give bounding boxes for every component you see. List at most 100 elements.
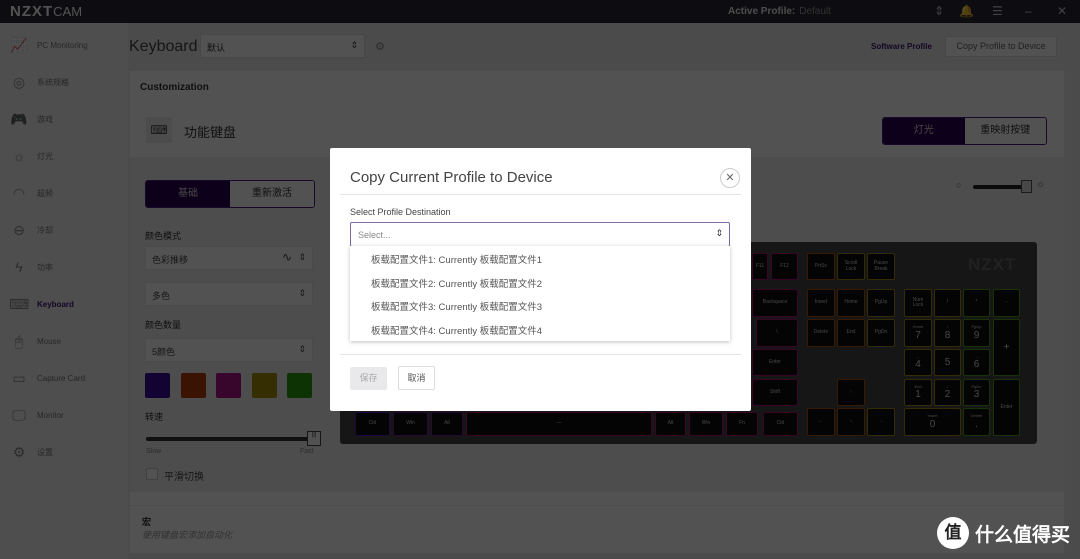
keyboard-key[interactable]: Ctrl bbox=[763, 412, 798, 436]
active-profile[interactable]: Active Profile: Default bbox=[728, 6, 831, 17]
keyboard-key[interactable]: Fn bbox=[726, 412, 758, 436]
keyboard-key[interactable]: / bbox=[934, 289, 961, 317]
keyboard-key[interactable]: PrtSc bbox=[807, 253, 835, 280]
key-label: PrtSc bbox=[814, 262, 828, 269]
keyboard-key[interactable]: F11 bbox=[752, 253, 768, 280]
speed-slider-handle[interactable]: ||| bbox=[307, 431, 321, 446]
keyboard-key[interactable]: Insert 0 bbox=[904, 408, 961, 436]
sidebar-item[interactable]: 📈 PC Monitoring bbox=[0, 30, 128, 60]
key-label: / bbox=[946, 299, 949, 306]
sidebar-item[interactable]: ⚙ 设置 bbox=[0, 437, 128, 467]
dropdown-option[interactable]: 板载配置文件2: Currently 板载配置文件2 bbox=[371, 276, 542, 290]
keyboard-key[interactable]: ↑ bbox=[837, 379, 865, 406]
divider bbox=[340, 354, 741, 355]
tab-lighting[interactable]: 灯光 bbox=[883, 118, 965, 144]
keyboard-key[interactable]: ↑ 8 bbox=[934, 319, 961, 347]
color-swatch[interactable] bbox=[287, 373, 312, 398]
keyboard-key[interactable]: Enter bbox=[752, 349, 798, 376]
sidebar-item[interactable]: ☼ 灯光 bbox=[0, 141, 128, 171]
save-button[interactable]: 保存 bbox=[350, 367, 387, 390]
profile-switch-icon[interactable]: ⇕ bbox=[934, 4, 944, 18]
keyboard-key[interactable]: ← 4 bbox=[904, 349, 932, 376]
dropdown-option[interactable]: 板载配置文件1: Currently 板载配置文件1 bbox=[371, 252, 542, 266]
color-mode-select[interactable]: 色彩推移 ∿ ⇕ bbox=[145, 246, 313, 270]
keyboard-key[interactable]: Win bbox=[689, 412, 723, 436]
color-swatch[interactable] bbox=[145, 373, 170, 398]
tab-basic[interactable]: 基础 bbox=[146, 181, 230, 207]
speed-slider[interactable] bbox=[146, 437, 314, 441]
keyboard-key[interactable]: Num Lock bbox=[904, 289, 932, 317]
sidebar-item[interactable]: ◎ 系统规格 bbox=[0, 67, 128, 97]
color-type-select[interactable]: 多色 ⇕ bbox=[145, 282, 313, 306]
color-swatch[interactable] bbox=[180, 373, 206, 398]
keyboard-key[interactable]: Home bbox=[837, 289, 865, 317]
keyboard-key[interactable]: * bbox=[963, 289, 990, 317]
keyboard-key[interactable]: Home 7 bbox=[904, 319, 932, 347]
keyboard-key[interactable]: → bbox=[867, 408, 895, 436]
keyboard-key[interactable]: - bbox=[993, 289, 1020, 317]
keyboard-key[interactable]: — bbox=[466, 412, 652, 436]
keyboard-key[interactable]: Insert bbox=[807, 289, 835, 317]
keyboard-key[interactable]: ↓ 2 bbox=[934, 379, 961, 406]
keyboard-key[interactable]: → 6 bbox=[963, 349, 990, 376]
brightness-slider[interactable] bbox=[973, 185, 1027, 189]
keyboard-key[interactable]: Enter bbox=[993, 379, 1020, 436]
keyboard-key[interactable]: PgDn bbox=[867, 319, 895, 347]
color-count-select[interactable]: 5颜色 ⇕ bbox=[145, 338, 313, 362]
destination-select[interactable]: Select... ⇕ bbox=[350, 222, 730, 247]
sidebar-item[interactable]: ⌨ Keyboard bbox=[0, 289, 128, 319]
macro-section[interactable]: 宏 使用键盘宏添加自动化 bbox=[130, 505, 1064, 550]
sidebar-item[interactable]: 🖵 Monitor bbox=[0, 400, 128, 430]
keyboard-key[interactable]: 5 bbox=[934, 349, 961, 376]
keyboard-key[interactable]: Pause Break bbox=[867, 253, 895, 280]
sidebar-item[interactable]: ◠ 超频 bbox=[0, 178, 128, 208]
title-bar: NZXTCAM Active Profile: Default ⇕ 🔔 ☰ – ✕ bbox=[0, 0, 1080, 23]
sidebar-item[interactable]: ϟ 功率 bbox=[0, 252, 128, 282]
keyboard-key[interactable]: PgDn 3 bbox=[963, 379, 990, 406]
color-swatch[interactable] bbox=[216, 373, 241, 398]
keyboard-key[interactable]: Scroll Lock bbox=[837, 253, 865, 280]
keyboard-key[interactable]: \ bbox=[756, 319, 798, 347]
sidebar-item[interactable]: ⊖ 冷却 bbox=[0, 215, 128, 245]
close-window-icon[interactable]: ✕ bbox=[1057, 4, 1067, 18]
keyboard-key[interactable]: Delete. bbox=[963, 408, 990, 436]
copy-profile-button[interactable]: Copy Profile to Device bbox=[945, 36, 1057, 57]
key-label: . bbox=[975, 418, 978, 430]
sidebar-item[interactable]: ▭ Capture Card bbox=[0, 363, 128, 393]
profile-select[interactable]: 默认 ⇕ bbox=[200, 34, 365, 58]
profile-settings-icon[interactable]: ⚙ bbox=[375, 40, 385, 53]
keyboard-key[interactable]: Ctrl bbox=[355, 412, 390, 436]
tab-remap[interactable]: 重映射按键 bbox=[964, 118, 1046, 144]
keyboard-key[interactable]: End 1 bbox=[904, 379, 932, 406]
bell-icon[interactable]: 🔔 bbox=[959, 4, 974, 18]
cancel-button[interactable]: 取消 bbox=[398, 366, 435, 390]
dialog-title: Copy Current Profile to Device bbox=[350, 169, 553, 186]
minimize-icon[interactable]: – bbox=[1025, 4, 1032, 18]
keyboard-key[interactable]: ← bbox=[807, 408, 835, 436]
dropdown-option[interactable]: 板载配置文件3: Currently 板载配置文件3 bbox=[371, 299, 542, 313]
keyboard-key[interactable]: Backspace bbox=[752, 289, 798, 317]
keyboard-key[interactable]: Delete bbox=[807, 319, 835, 347]
sidebar-item[interactable]: 🖱 Mouse bbox=[0, 326, 128, 356]
keyboard-key[interactable]: F12 bbox=[771, 253, 798, 280]
keyboard-key[interactable]: Alt bbox=[655, 412, 686, 436]
smooth-checkbox[interactable] bbox=[146, 468, 158, 480]
color-swatch[interactable] bbox=[251, 373, 277, 398]
keyboard-key[interactable]: Alt bbox=[431, 412, 463, 436]
software-profile-link[interactable]: Software Profile bbox=[871, 42, 932, 51]
keyboard-key[interactable]: Win bbox=[393, 412, 428, 436]
keyboard-key[interactable]: Shift bbox=[752, 379, 798, 406]
sidebar-item[interactable]: 🎮 游戏 bbox=[0, 104, 128, 134]
brightness-slider-handle[interactable] bbox=[1021, 180, 1032, 193]
dropdown-option[interactable]: 板载配置文件4: Currently 板载配置文件4 bbox=[371, 323, 542, 337]
close-icon[interactable]: ✕ bbox=[720, 168, 740, 188]
keyboard-key[interactable]: PgUp 9 bbox=[963, 319, 990, 347]
keyboard-key[interactable]: PgUp bbox=[867, 289, 895, 317]
key-label: Win bbox=[701, 420, 711, 427]
select-arrows-icon: ⇕ bbox=[715, 228, 723, 238]
tab-reactive[interactable]: 重新激活 bbox=[230, 181, 314, 207]
keyboard-key[interactable]: + bbox=[993, 319, 1020, 376]
keyboard-key[interactable]: End bbox=[837, 319, 865, 347]
menu-icon[interactable]: ☰ bbox=[992, 4, 1003, 18]
keyboard-key[interactable]: ↓ bbox=[837, 408, 865, 436]
